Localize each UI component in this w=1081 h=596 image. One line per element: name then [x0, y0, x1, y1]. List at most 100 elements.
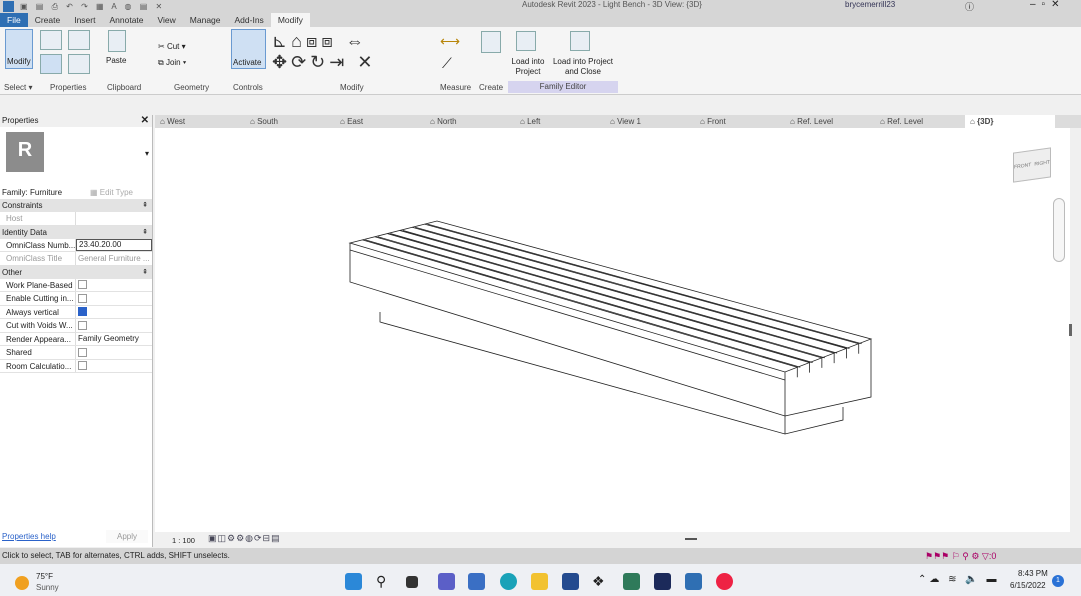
tab-create[interactable]: Create — [28, 13, 68, 27]
instance-filter[interactable]: Family: Furniture ▦ Edit Type — [0, 185, 152, 199]
viewcube[interactable]: FRONT RIGHT — [1013, 147, 1051, 183]
tab-manage[interactable]: Manage — [183, 13, 228, 27]
tab-modify[interactable]: Modify — [270, 13, 310, 27]
activate-controls-button[interactable]: Activate — [231, 29, 266, 69]
weather-condition[interactable]: Sunny — [36, 583, 59, 592]
quick-access-toolbar[interactable]: ▣ ▤ ⎙ ↶ ↷ ▦ A ◍ ▤ ✕ — [20, 2, 410, 11]
group-constraints[interactable]: Constraints — [0, 199, 152, 212]
search-icon[interactable]: ⚲ — [376, 573, 393, 590]
property-checkbox[interactable] — [76, 280, 152, 290]
tab-annotate[interactable]: Annotate — [102, 13, 150, 27]
view-control-icons[interactable]: ▣◫⚙⚙◍⟳⊟▤ — [208, 533, 281, 544]
create-icon[interactable] — [481, 31, 501, 53]
temperature[interactable]: 75°F — [36, 572, 53, 581]
tab-file[interactable]: File — [0, 13, 28, 27]
family-category-icon[interactable] — [68, 54, 90, 74]
clock-date[interactable]: 6/15/2022 — [1010, 581, 1046, 590]
dimension-icon[interactable]: ⟋ — [442, 55, 452, 72]
chat-icon[interactable] — [438, 573, 455, 590]
scrollbar[interactable] — [1069, 324, 1072, 336]
view-tab[interactable]: ⌂ Front — [695, 115, 785, 128]
horizontal-scrollbar[interactable] — [685, 538, 697, 540]
property-checkbox[interactable] — [76, 361, 152, 371]
view-tab[interactable]: ⌂ View 1 — [605, 115, 695, 128]
measure-icon[interactable]: ⟷ — [440, 33, 460, 50]
type-properties-icon[interactable] — [40, 30, 62, 50]
checkbox[interactable] — [78, 280, 87, 290]
revit-logo-icon[interactable] — [3, 1, 14, 12]
close-icon[interactable]: ✕ — [141, 115, 149, 127]
checkbox[interactable] — [78, 361, 87, 371]
paste-icon[interactable] — [108, 30, 126, 52]
group-identity-data[interactable]: Identity Data — [0, 225, 152, 239]
view-tab[interactable]: ⌂ West — [155, 115, 245, 128]
drawing-area[interactable]: FRONT RIGHT — [155, 128, 1072, 532]
edge-icon[interactable] — [500, 573, 517, 590]
properties-toggle-icon[interactable] — [40, 54, 62, 74]
checkbox[interactable] — [78, 307, 87, 317]
system-tray-icons[interactable]: ⌃☁ ≋ 🔈 ▬ — [918, 574, 1000, 585]
dropbox-icon[interactable]: ❖ — [592, 573, 609, 590]
edit-type-button[interactable]: ▦ Edit Type — [90, 188, 133, 197]
view-icon: ⌂ — [160, 117, 168, 126]
clock-time[interactable]: 8:43 PM — [1018, 569, 1048, 578]
family-types-icon[interactable] — [68, 30, 90, 50]
modify-tools-icons[interactable]: ⊾⌂⧈⧈ ⇔ ✥⟳↻⇥ ✕ — [272, 31, 376, 73]
task-view-icon[interactable] — [406, 576, 418, 588]
group-other[interactable]: Other — [0, 265, 152, 279]
view-tab[interactable]: ⌂ North — [425, 115, 515, 128]
view-tab[interactable]: ⌂ Ref. Level — [875, 115, 965, 128]
load-into-project-close-label[interactable]: Load into Project and Close — [548, 57, 618, 77]
view-tab[interactable]: ⌂ Ref. Level — [785, 115, 875, 128]
omniclass-number-field[interactable]: 23.40.20.00 — [76, 238, 152, 251]
tab-view[interactable]: View — [151, 13, 183, 27]
properties-help-link[interactable]: Properties help — [2, 532, 56, 541]
view-tab[interactable]: ⌂ South — [245, 115, 335, 128]
chrome-icon[interactable] — [716, 573, 733, 590]
view-tab-label: Left — [527, 117, 541, 126]
type-selector[interactable]: R ▾ — [0, 127, 152, 185]
join-label: Join — [165, 58, 181, 67]
viewcube-right[interactable]: RIGHT — [1034, 159, 1050, 167]
apply-button[interactable]: Apply — [106, 530, 148, 543]
bootstrap-icon[interactable] — [654, 573, 671, 590]
load-into-project-icon[interactable] — [516, 31, 536, 51]
load-into-project-label[interactable]: Load into Project — [508, 57, 548, 77]
help-icon[interactable]: ⓘ — [965, 0, 974, 13]
join-button[interactable]: ⧉ Join ▾ — [158, 58, 186, 68]
app-icon[interactable] — [623, 573, 640, 590]
scale-button[interactable]: 1 : 100 — [172, 536, 195, 545]
property-checkbox[interactable] — [76, 307, 152, 317]
load-into-project-close-icon[interactable] — [570, 31, 590, 51]
property-value[interactable]: Family Geometry — [76, 334, 152, 343]
property-checkbox[interactable] — [76, 293, 152, 303]
modify-button[interactable]: Modify — [5, 29, 33, 69]
view-tab[interactable]: ⌂ {3D} — [965, 115, 1055, 128]
property-checkbox[interactable] — [76, 320, 152, 330]
checkbox[interactable] — [78, 293, 87, 303]
selection-filter-icons[interactable]: ⚑⚑⚑ ⚐ ⚲ ⚙ ▽:0 — [925, 548, 996, 564]
start-icon[interactable] — [345, 573, 362, 590]
revit-taskbar-icon[interactable] — [685, 573, 702, 590]
panel-select[interactable]: Select ▾ — [4, 83, 32, 92]
navigation-bar[interactable] — [1053, 198, 1065, 262]
mail-icon[interactable] — [468, 573, 485, 590]
property-checkbox[interactable] — [76, 347, 152, 357]
view-tab[interactable]: ⌂ Left — [515, 115, 605, 128]
viewcube-front[interactable]: FRONT — [1014, 162, 1031, 170]
view-tab[interactable]: ⌂ East — [335, 115, 425, 128]
store-icon[interactable] — [562, 573, 579, 590]
checkbox[interactable] — [78, 320, 87, 330]
weather-sun-icon[interactable] — [15, 576, 29, 590]
window-controls[interactable]: –▫✕ — [1030, 0, 1066, 10]
properties-title: Properties — [2, 116, 39, 125]
cut-label: Cut — [166, 42, 180, 51]
user-account[interactable]: brycemerrill23 — [845, 0, 895, 9]
tab-insert[interactable]: Insert — [67, 13, 102, 27]
checkbox[interactable] — [78, 347, 87, 357]
family-filter[interactable]: Family: Furniture — [2, 188, 90, 197]
notification-badge[interactable]: 1 — [1052, 575, 1064, 587]
cut-button[interactable]: ✂ Cut ▾ — [158, 42, 186, 51]
file-explorer-icon[interactable] — [531, 573, 548, 590]
tab-add-ins[interactable]: Add-Ins — [228, 13, 271, 27]
